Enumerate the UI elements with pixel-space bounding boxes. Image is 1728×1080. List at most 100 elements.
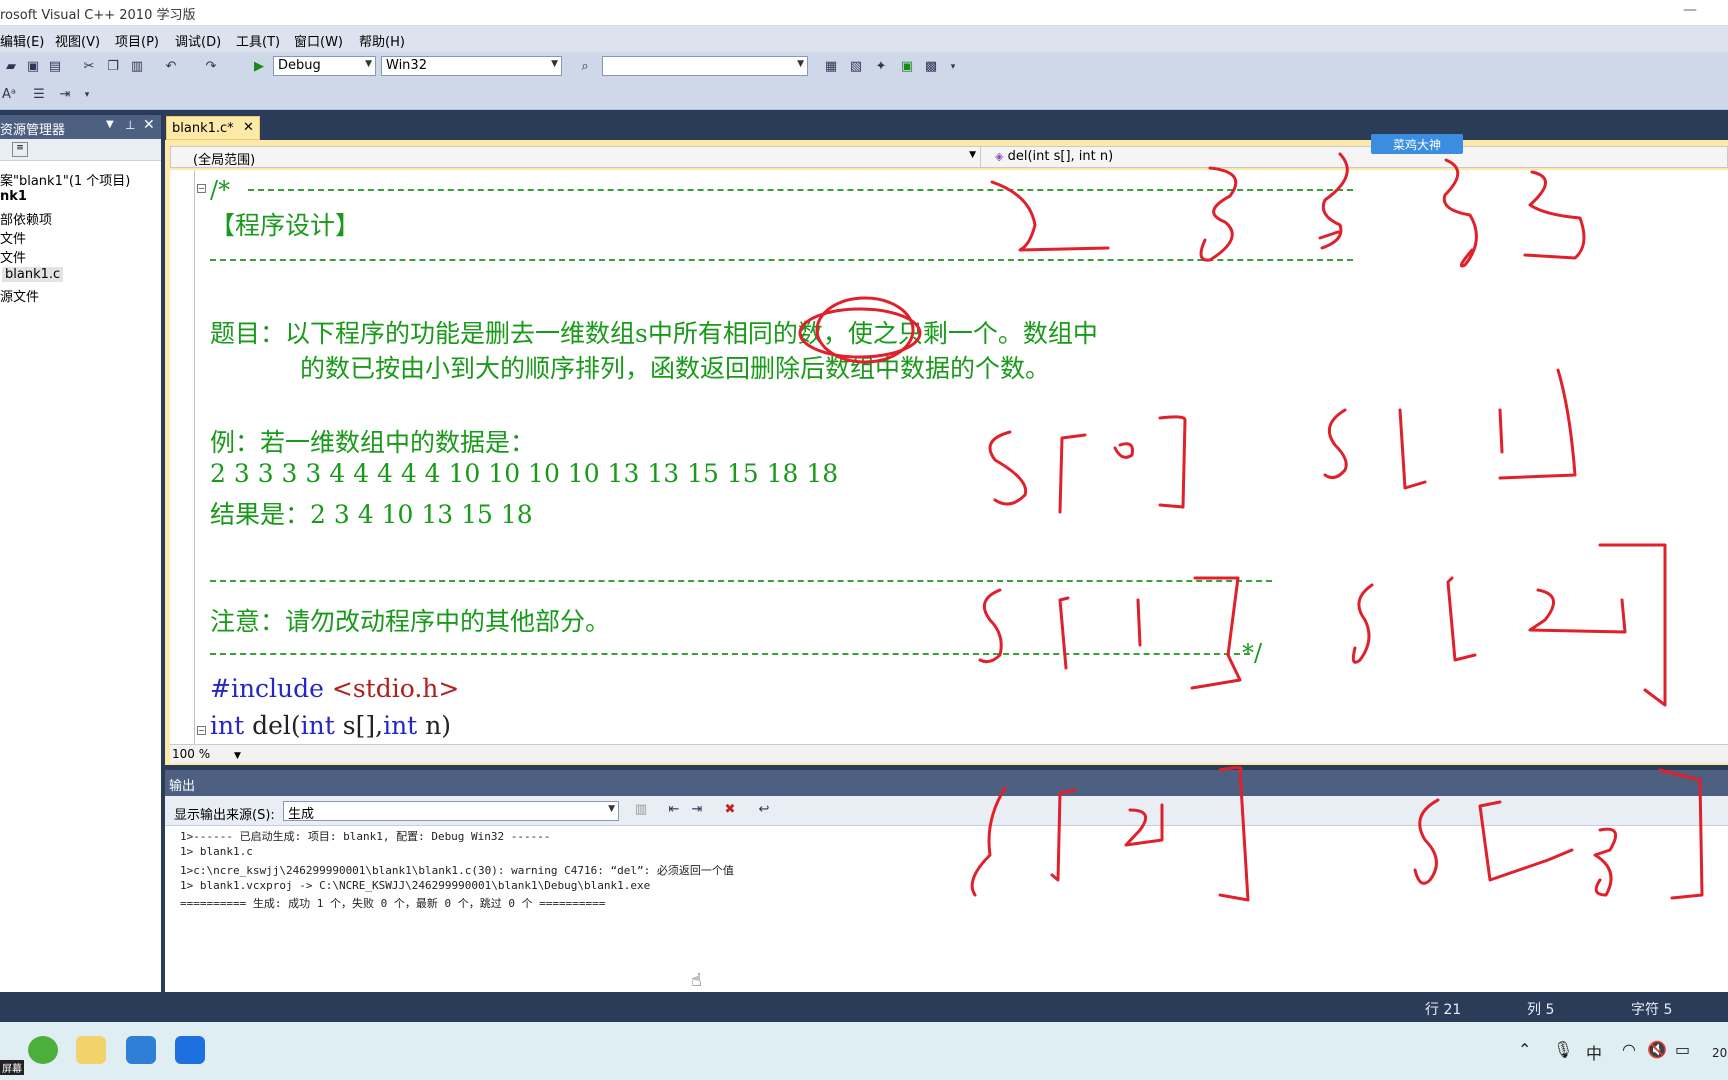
output-line: 1>c:\ncre_kswjj\246299990001\blank1\blan… [180,864,734,877]
solution-explorer-header: 资源管理器 ▼ ⊥ ✕ [0,115,161,139]
mouse-cursor-icon: ☝ [691,970,702,991]
screen-label: 屏幕 [0,1060,24,1075]
fold-toggle-icon[interactable]: − [197,726,206,735]
next-message-icon[interactable]: ⇥ [688,802,706,818]
code-include-line: #include <stdio.h> [210,674,459,703]
chevron-down-icon: ▼ [608,804,615,814]
wechat-app-icon[interactable] [28,1036,58,1064]
notepad-app-icon[interactable] [126,1036,156,1064]
copy-icon[interactable]: ❐ [104,59,122,75]
start-page-icon[interactable]: ▣ [898,59,916,75]
code-comment-open: /* [210,176,231,204]
toolbar-overflow-icon[interactable]: ▾ [78,87,96,103]
microphone-icon[interactable]: 🎙 [1553,1040,1573,1059]
save-icon[interactable]: ▣ [24,59,42,75]
tab-blank1[interactable]: blank1.c* ✕ [166,116,260,140]
close-icon[interactable]: ✕ [243,120,254,135]
comment-divider [210,580,1272,582]
comment-divider [210,259,1353,261]
status-col: 列 5 [1527,1002,1555,1018]
chevron-up-icon[interactable]: ⌃ [1518,1040,1531,1059]
menu-edit[interactable]: 编辑(E) [0,31,44,50]
solution-explorer-title: 资源管理器 [0,123,66,138]
battery-icon[interactable]: ▭ [1675,1040,1690,1059]
output-line: 1> blank1.vcxproj -> C:\NCRE_KSWJJ\24629… [180,879,651,892]
outline-icon[interactable]: ☰ [30,87,48,103]
menu-debug[interactable]: 调试(D) [175,31,221,50]
properties-icon[interactable]: ▧ [847,59,865,75]
find-in-files-icon[interactable]: ⌕ [576,59,594,75]
platform-value: Win32 [386,58,427,73]
title-bar: rosoft Visual C++ 2010 学习版 — [0,0,1728,26]
redo-icon[interactable]: ↷ [202,59,220,75]
indent-icon[interactable]: ⇥ [56,87,74,103]
undo-icon[interactable]: ↶ [162,59,180,75]
find-combo[interactable]: ▼ [602,56,808,76]
status-bar: 行 21 列 5 字符 5 [0,992,1728,1022]
code-editor[interactable]: − /* 【程序设计】 题目：以下程序的功能是删去一维数组s中所有相同的数，使之… [170,170,1728,744]
dropdown-icon[interactable]: ▼ [106,119,114,130]
wifi-icon[interactable]: ◠ [1622,1040,1636,1059]
menu-bar: 编辑(E) 视图(V) 项目(P) 调试(D) 工具(T) 窗口(W) 帮助(H… [0,26,1728,52]
code-include-file: <stdio.h> [331,674,460,703]
document-tabstrip [165,112,1728,140]
scope-value: (全局范围) [193,153,256,168]
font-size-icon[interactable]: Aᵃ [0,87,18,103]
cut-icon[interactable]: ✂ [80,59,98,75]
pin-icon[interactable]: ⊥ [125,118,135,132]
zoom-level[interactable]: 100 % [172,747,210,761]
code-param: s[], [342,711,384,740]
tree-solution[interactable]: 案"blank1"(1 个项目) [0,170,130,189]
platform-select[interactable]: Win32 ▼ [381,56,562,76]
properties-icon[interactable]: ≡ [12,142,28,157]
text-editor-toolbar: Aᵃ ☰ ⇥ ▾ [0,82,1728,110]
scope-select[interactable]: (全局范围) ▼ [171,147,981,168]
word-wrap-icon[interactable]: ↩ [755,802,773,818]
config-select[interactable]: Debug ▼ [273,56,376,76]
output-line: 1> blank1.c [180,845,253,858]
tree-external-deps[interactable]: 部依赖项 [0,209,52,228]
method-icon: ◈ [995,150,1004,163]
fold-toggle-icon[interactable]: − [197,184,206,193]
clear-all-icon[interactable]: ✖ [721,802,739,818]
code-problem-line1: 题目：以下程序的功能是删去一维数组s中所有相同的数，使之只剩一个。数组中 [210,319,1098,348]
open-folder-icon[interactable]: ▰ [2,59,20,75]
tree-resource-files[interactable]: 源文件 [0,286,39,305]
photos-app-icon[interactable] [175,1036,205,1064]
tree-project[interactable]: nk1 [0,189,27,204]
tree-header-files[interactable]: 文件 [0,228,26,247]
goto-line-icon[interactable]: ▥ [632,802,650,818]
ime-indicator[interactable]: 中 [1586,1040,1602,1064]
toolbox-icon[interactable]: ✦ [872,59,890,75]
volume-muted-icon[interactable]: 🔇 [1647,1040,1667,1059]
output-source-select[interactable]: 生成 ▼ [283,801,619,822]
close-icon[interactable]: ✕ [143,117,155,133]
function-select[interactable]: ◈ del(int s[], int n) [983,147,1723,167]
code-keyword: int [210,711,245,740]
prev-message-icon[interactable]: ⇤ [665,802,683,818]
output-line: ========== 生成: 成功 1 个，失败 0 个，最新 0 个，跳过 0… [180,897,606,910]
chevron-down-icon[interactable]: ▼ [234,751,241,761]
menu-project[interactable]: 项目(P) [115,31,159,50]
minimize-button[interactable]: — [1682,3,1698,20]
menu-view[interactable]: 视图(V) [55,31,100,50]
output-source-value: 生成 [288,807,315,822]
tree-file-blank1[interactable]: blank1.c [2,267,64,282]
start-debug-icon[interactable]: ▶ [250,59,268,75]
menu-help[interactable]: 帮助(H) [359,31,405,50]
paste-icon[interactable]: ▥ [128,59,146,75]
chevron-down-icon: ▼ [969,150,976,160]
solution-explorer-icon[interactable]: ▦ [822,59,840,75]
toolbar-overflow-icon[interactable]: ▾ [944,59,962,75]
save-all-icon[interactable]: ▤ [46,59,64,75]
code-example-data: 2 3 3 3 3 4 4 4 4 4 10 10 10 10 13 13 15… [210,459,839,488]
extension-icon[interactable]: ▩ [922,59,940,75]
menu-window[interactable]: 窗口(W) [294,31,343,50]
chevron-down-icon: ▼ [365,59,372,69]
code-result: 结果是：2 3 4 10 13 15 18 [210,500,533,529]
function-value: del(int s[], int n) [1007,149,1114,164]
image-app-icon[interactable] [76,1036,106,1064]
code-param: n) [425,711,452,740]
tree-source-files[interactable]: 文件 [0,247,26,266]
menu-tools[interactable]: 工具(T) [236,31,280,50]
